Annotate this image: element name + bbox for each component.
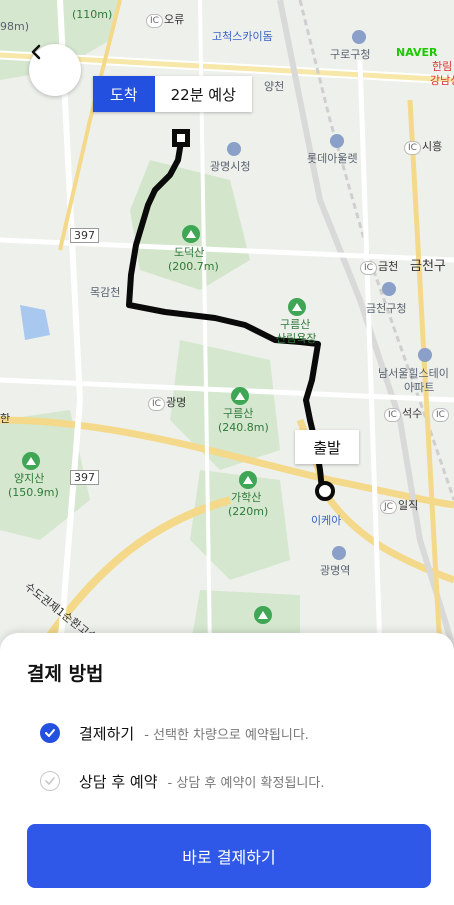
map-label: IC	[148, 397, 165, 411]
option-label: 결제하기	[79, 724, 135, 743]
map-label: 석수	[402, 407, 423, 420]
radio-unchecked-icon[interactable]	[40, 771, 60, 791]
road-number: 397	[70, 228, 99, 243]
map-view[interactable]: (110m) 98m) IC 오류 고척스카이돔 구로구청 NAVER 한림 강…	[0, 0, 454, 650]
map-label: 광명	[166, 396, 187, 409]
mountain-icon	[254, 606, 272, 624]
map-label: (200.7m)	[168, 260, 219, 273]
map-label: 한림	[432, 60, 453, 73]
map-label: 구름산	[223, 407, 254, 420]
naver-logo: NAVER	[396, 46, 438, 59]
map-label: 남서울힐스테이	[378, 367, 449, 380]
poi-icon	[382, 282, 396, 296]
map-label: JC	[380, 500, 397, 514]
map-label: IC	[360, 261, 377, 275]
map-label: (150.9m)	[8, 486, 59, 499]
radio-checked-icon[interactable]	[40, 723, 60, 743]
map-label: IC	[432, 408, 449, 422]
map-label: IC	[146, 14, 163, 28]
map-label: 광명시청	[210, 160, 251, 173]
mountain-icon	[239, 471, 257, 489]
start-chip: 출발	[295, 430, 359, 464]
map-label: (220m)	[228, 505, 269, 518]
map-label: 이케아	[311, 514, 342, 527]
eta-label: 22분 예상	[154, 76, 252, 112]
map-label: 고척스카이돔	[212, 30, 273, 43]
poi-icon	[352, 30, 366, 44]
poi-icon	[418, 348, 432, 362]
map-label: 양천	[264, 80, 285, 93]
map-label: 금천	[378, 260, 399, 273]
map-label: IC	[404, 141, 421, 155]
map-label: (240.8m)	[218, 421, 269, 434]
map-label: 롯데아울렛	[307, 152, 358, 165]
road-number: 397	[70, 470, 99, 485]
map-label: 산림욕장	[276, 332, 317, 345]
poi-icon	[332, 546, 346, 560]
map-label: 한	[0, 412, 11, 425]
destination-tag: 도착	[93, 76, 155, 112]
map-label: (110m)	[72, 8, 113, 21]
mountain-icon	[182, 225, 200, 243]
option-pay-now[interactable]: 결제하기 - 선택한 차량으로 예약됩니다.	[40, 721, 309, 745]
map-label: 오류	[164, 13, 185, 26]
pay-now-button[interactable]: 바로 결제하기	[27, 824, 431, 888]
map-label: 도덕산	[174, 246, 205, 259]
option-desc: - 선택한 차량으로 예약됩니다.	[144, 727, 309, 743]
mountain-icon	[22, 452, 40, 470]
destination-chip: 도착 22분 예상	[93, 76, 252, 112]
origin-marker	[315, 481, 335, 501]
map-label: 98m)	[0, 20, 30, 33]
option-desc: - 상담 후 예약이 확정됩니다.	[167, 775, 325, 791]
map-label: 양지산	[14, 472, 45, 485]
poi-icon	[330, 134, 344, 148]
map-label: 광명역	[320, 564, 351, 577]
option-consult[interactable]: 상담 후 예약 - 상담 후 예약이 확정됩니다.	[40, 769, 324, 793]
poi-icon	[227, 142, 241, 156]
map-label: 금천구청	[366, 302, 407, 315]
map-label: 시흥	[422, 140, 443, 153]
payment-sheet: 결제 방법 결제하기 - 선택한 차량으로 예약됩니다. 상담 후 예약 - 상…	[0, 633, 454, 905]
map-label: 아파트	[404, 381, 435, 394]
map-label: 가학산	[231, 491, 262, 504]
map-label: 강남성	[430, 74, 454, 87]
map-label: 목감천	[90, 286, 121, 299]
map-label: IC	[384, 408, 401, 422]
option-label: 상담 후 예약	[79, 772, 158, 791]
mountain-icon	[231, 387, 249, 405]
sheet-title: 결제 방법	[27, 663, 104, 685]
back-button[interactable]	[29, 44, 81, 96]
map-label: 금천구	[410, 259, 446, 274]
map-label: 구로구청	[330, 48, 371, 61]
map-label: 구름산	[280, 318, 311, 331]
map-label: 일직	[398, 499, 419, 512]
mountain-icon	[288, 298, 306, 316]
